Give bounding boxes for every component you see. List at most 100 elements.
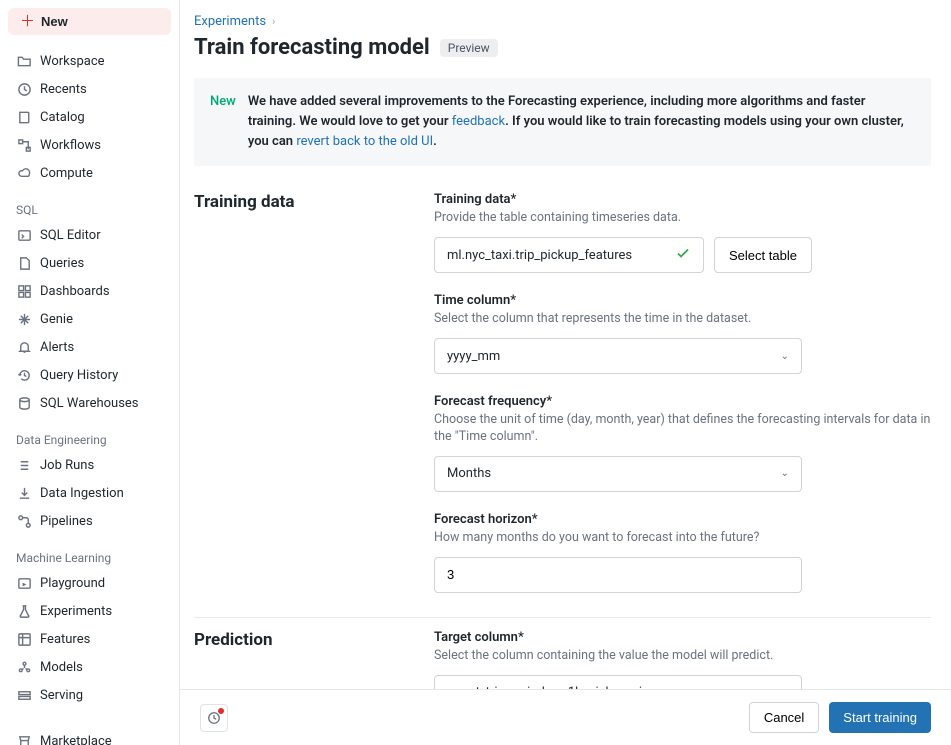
new-button[interactable]: ＋ New [8,8,171,35]
sidebar-item-job-runs[interactable]: Job Runs [0,451,179,479]
field-label: Target column* [434,630,931,645]
terminal-icon [16,227,32,243]
field-target-column: Target column* Select the column contain… [434,630,931,689]
breadcrumb-root[interactable]: Experiments [194,14,266,29]
sidebar-item-genie[interactable]: Genie [0,305,179,333]
field-forecast-horizon: Forecast horizon* How many months do you… [434,512,931,593]
training-data-input[interactable]: ml.nyc_taxi.trip_pickup_features [434,237,704,273]
info-banner: New We have added several improvements t… [194,78,931,166]
scroll-area[interactable]: Experiments › Train forecasting model Pr… [180,0,951,689]
banner-message: We have added several improvements to th… [248,92,915,152]
new-button-label: New [41,14,68,29]
ingestion-icon [16,485,32,501]
time-column-select[interactable]: yyyy_mm ⌄ [434,338,802,374]
sidebar-item-label: Dashboards [40,284,110,299]
revert-link[interactable]: revert back to the old UI [296,134,433,149]
sidebar-item-data-ingestion[interactable]: Data Ingestion [0,479,179,507]
marketplace-icon [16,733,32,745]
time-column-value: yyyy_mm [447,349,500,364]
sidebar-item-label: Catalog [40,110,85,125]
field-help: Choose the unit of time (day, month, yea… [434,412,931,446]
workflow-icon [16,137,32,153]
sidebar-item-sql-warehouses[interactable]: SQL Warehouses [0,389,179,417]
sidebar-item-models[interactable]: Models [0,653,179,681]
sparkle-icon [16,311,32,327]
sidebar-item-compute[interactable]: Compute [0,159,179,187]
list-icon [16,457,32,473]
field-training-data: Training data* Provide the table contain… [434,192,931,273]
sidebar-item-label: Query History [40,368,118,383]
models-icon [16,659,32,675]
sidebar-item-label: Workspace [40,54,105,69]
sidebar-item-playground[interactable]: Playground [0,569,179,597]
sidebar: ＋ New Workspace Recents Catalog Workflow… [0,0,180,745]
sidebar-item-label: Genie [40,312,73,327]
bottom-bar: Cancel Start training [180,689,951,745]
forecast-horizon-input[interactable] [434,557,802,593]
forecast-frequency-select[interactable]: Months ⌄ [434,456,802,492]
sidebar-item-label: Alerts [40,340,74,355]
main: Experiments › Train forecasting model Pr… [180,0,951,745]
sidebar-item-recents[interactable]: Recents [0,75,179,103]
flask-icon [16,603,32,619]
section-training-data: Training data Training data* Provide the… [194,180,931,617]
sidebar-item-label: Recents [40,82,87,97]
history-icon [16,367,32,383]
field-label: Training data* [434,192,931,207]
clock-icon [16,81,32,97]
field-time-column: Time column* Select the column that repr… [434,293,931,374]
target-column-select[interactable]: count_trips_window_1h_pickup_zip ⌄ [434,675,802,689]
sidebar-item-workspace[interactable]: Workspace [0,47,179,75]
field-forecast-frequency: Forecast frequency* Choose the unit of t… [434,394,931,492]
sidebar-item-marketplace[interactable]: Marketplace [0,727,179,745]
sidebar-item-query-history[interactable]: Query History [0,361,179,389]
breadcrumb: Experiments › [194,14,931,29]
plus-icon: ＋ [20,14,35,29]
sidebar-item-label: Queries [40,256,84,271]
sidebar-heading-ml: Machine Learning [0,543,179,569]
book-icon [16,109,32,125]
activity-clock-button[interactable] [200,704,228,732]
cancel-button[interactable]: Cancel [749,702,819,733]
select-table-button[interactable]: Select table [714,237,812,273]
sidebar-item-label: Pipelines [40,514,93,529]
field-label: Forecast horizon* [434,512,931,527]
sidebar-item-dashboards[interactable]: Dashboards [0,277,179,305]
sidebar-item-serving[interactable]: Serving [0,681,179,709]
field-help: Provide the table containing timeseries … [434,210,931,227]
chevron-down-icon: ⌄ [781,351,789,362]
chevron-down-icon: ⌄ [781,468,789,479]
sidebar-item-label: Data Ingestion [40,486,124,501]
features-icon [16,631,32,647]
section-title: Prediction [194,630,414,650]
sidebar-heading-de: Data Engineering [0,425,179,451]
sidebar-item-catalog[interactable]: Catalog [0,103,179,131]
field-help: How many months do you want to forecast … [434,530,931,547]
sidebar-item-features[interactable]: Features [0,625,179,653]
sidebar-item-label: Job Runs [40,458,94,473]
dashboard-icon [16,283,32,299]
banner-new-tag: New [210,92,236,152]
serving-icon [16,687,32,703]
sidebar-item-label: Models [40,660,83,675]
sidebar-heading-sql: SQL [0,195,179,221]
sidebar-item-queries[interactable]: Queries [0,249,179,277]
section-prediction: Prediction Target column* Select the col… [194,618,931,689]
page-title: Train forecasting model [194,35,430,60]
field-label: Forecast frequency* [434,394,931,409]
sidebar-item-workflows[interactable]: Workflows [0,131,179,159]
playground-icon [16,575,32,591]
sidebar-item-label: Features [40,632,90,647]
folder-icon [16,53,32,69]
chevron-right-icon: › [272,15,275,28]
cloud-icon [16,165,32,181]
bell-icon [16,339,32,355]
sidebar-item-alerts[interactable]: Alerts [0,333,179,361]
sidebar-item-label: Compute [40,166,93,181]
sidebar-item-sql-editor[interactable]: SQL Editor [0,221,179,249]
start-training-button[interactable]: Start training [829,702,931,733]
sidebar-item-experiments[interactable]: Experiments [0,597,179,625]
sidebar-item-pipelines[interactable]: Pipelines [0,507,179,535]
feedback-link[interactable]: feedback [452,114,505,129]
sidebar-item-label: SQL Editor [40,228,101,243]
